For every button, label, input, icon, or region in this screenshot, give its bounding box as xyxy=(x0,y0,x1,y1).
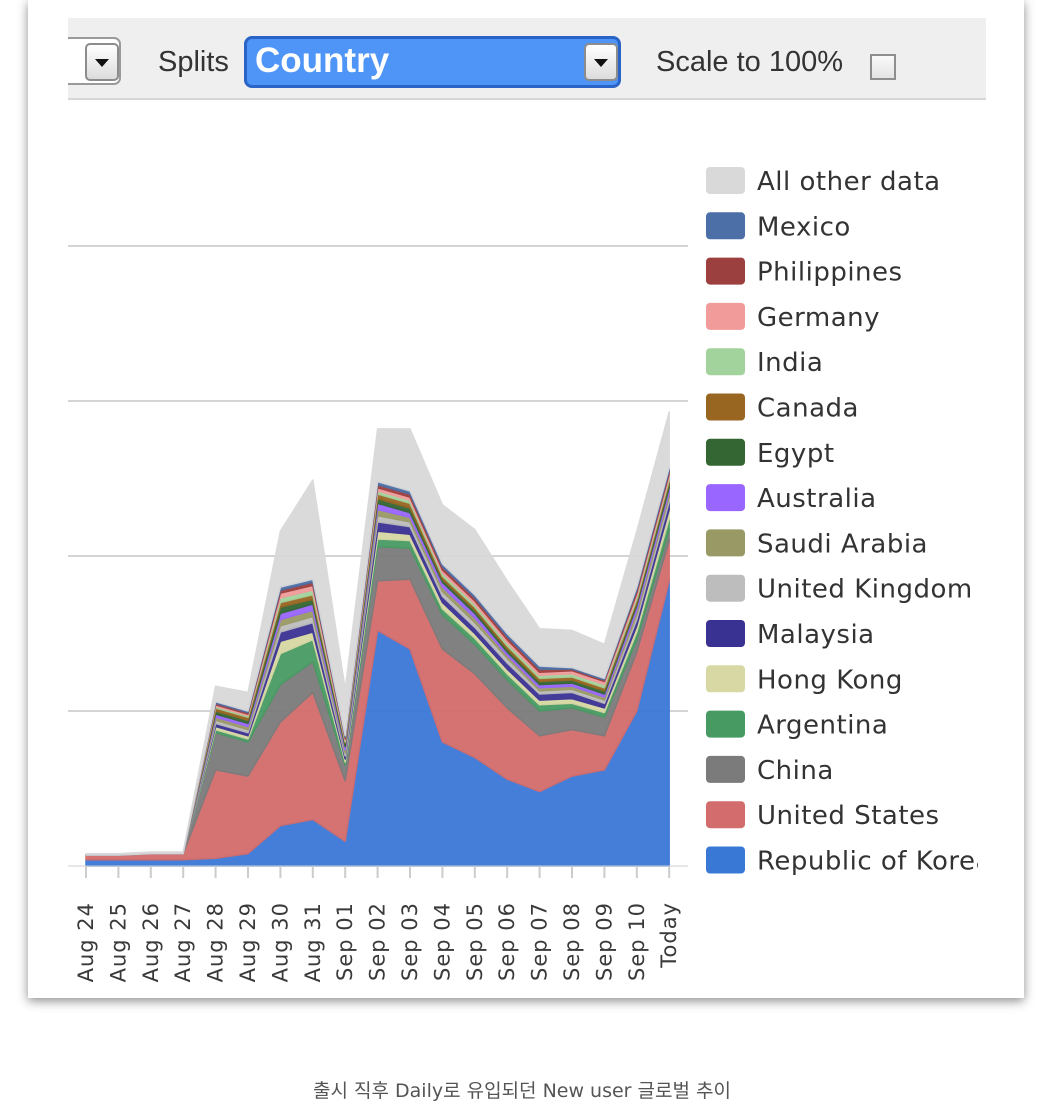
legend-swatch xyxy=(706,574,745,602)
legend-swatch xyxy=(706,438,745,466)
x-tick-label: Today xyxy=(657,902,681,969)
stacked-area-chart: Aug 24 Aug 25 Aug 26 Aug 27 Aug 28 Aug 29 Aug … xyxy=(68,167,992,982)
legend-swatch xyxy=(706,755,745,783)
x-tick-label: Sep 10 xyxy=(625,902,649,981)
x-tick-label: Sep 01 xyxy=(333,902,357,981)
x-tick-label: Aug 28 xyxy=(204,902,228,982)
x-tick-label: Sep 05 xyxy=(463,902,487,981)
legend-label: China xyxy=(757,756,834,786)
legend-label: United Kingdom xyxy=(757,575,973,605)
legend-swatch xyxy=(706,348,745,376)
x-tick-label: Sep 04 xyxy=(430,902,454,981)
legend-label: United States xyxy=(757,801,940,831)
legend-swatch xyxy=(706,393,745,421)
area-series-group xyxy=(85,411,670,867)
legend-label: Egypt xyxy=(757,439,835,469)
x-tick-label: Sep 09 xyxy=(592,902,616,981)
x-tick-label: Aug 27 xyxy=(171,902,195,982)
legend-label: All other data xyxy=(757,167,941,197)
legend-swatch xyxy=(706,665,745,693)
x-tick-label: Sep 08 xyxy=(560,902,584,981)
legend-label: Australia xyxy=(757,484,877,514)
legend-swatch xyxy=(706,529,745,557)
figure-caption: 출시 직후 Daily로 유입되던 New user 글로벌 추이 xyxy=(313,1080,731,1102)
legend-swatch xyxy=(706,212,745,240)
x-tick-label: Aug 25 xyxy=(106,902,130,982)
legend-label: Republic of Korea xyxy=(757,847,992,877)
legend-label: Hong Kong xyxy=(757,665,903,695)
x-tick-label: Sep 07 xyxy=(528,902,552,981)
chart-panel: Splits Country Scale to 100% Aug 24 Aug 2… xyxy=(28,0,1024,998)
legend-swatch xyxy=(706,620,745,647)
legend-swatch xyxy=(706,302,745,330)
x-tick-label: Aug 30 xyxy=(268,902,292,982)
legend-swatch xyxy=(706,801,745,829)
legend-swatch xyxy=(706,257,745,285)
x-tick-label: Aug 29 xyxy=(236,902,260,982)
legend-label: Canada xyxy=(757,394,859,424)
legend-label: Philippines xyxy=(757,258,903,288)
x-tick-label: Sep 02 xyxy=(366,902,390,981)
x-axis: Aug 24 Aug 25 Aug 26 Aug 27 Aug 28 Aug 29 Aug … xyxy=(68,865,688,982)
legend-swatch xyxy=(706,167,745,194)
x-tick-label: Sep 06 xyxy=(495,902,519,981)
legend-label: India xyxy=(757,348,823,378)
legend-swatch xyxy=(706,846,745,874)
x-tick-label: Aug 31 xyxy=(301,902,325,982)
x-tick-label: Aug 24 xyxy=(74,902,98,982)
legend: All other data Mexico Philippines Germany In… xyxy=(706,167,992,877)
legend-label: Argentina xyxy=(757,711,888,741)
legend-swatch xyxy=(706,710,745,738)
legend-label: Mexico xyxy=(757,212,851,242)
legend-label: Malaysia xyxy=(757,620,875,650)
x-tick-label: Aug 26 xyxy=(139,902,163,982)
x-tick-label: Sep 03 xyxy=(398,902,422,981)
legend-label: Germany xyxy=(757,303,880,333)
legend-swatch xyxy=(706,484,745,512)
legend-label: Saudi Arabia xyxy=(757,529,928,559)
